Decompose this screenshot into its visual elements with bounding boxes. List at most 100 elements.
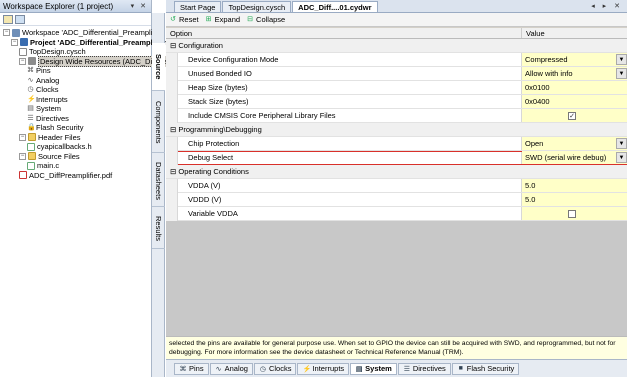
category-row[interactable]: ⊟ Programming\Debugging: [166, 123, 627, 137]
clocks-icon: ◷: [259, 365, 266, 373]
collapse-toggle-icon[interactable]: −: [19, 133, 26, 141]
tree-item-label: Pins: [36, 66, 51, 75]
property-name: Debug Select: [166, 151, 522, 164]
clocks-icon: ◷: [27, 86, 34, 93]
tree-item[interactable]: ⌘ Pins: [27, 66, 51, 75]
side-tab-results[interactable]: Results: [152, 209, 165, 249]
tree-item[interactable]: − Project 'ADC_Differential_Preamplifier': [11, 38, 168, 47]
bottom-tab-label: Analog: [224, 364, 248, 373]
tab-cydwr[interactable]: ADC_Diff....01.cydwr: [292, 1, 378, 12]
dropdown-arrow-icon[interactable]: ▼: [616, 54, 627, 65]
property-value[interactable]: 0x0400: [522, 95, 627, 108]
bottom-tab-pins[interactable]: ⌘ Pins: [174, 362, 209, 375]
document-tab-strip: Start Page TopDesign.cysch ADC_Diff....0…: [166, 0, 627, 13]
property-value[interactable]: Compressed ▼: [522, 53, 627, 66]
tree-item[interactable]: ⚡ Interrupts: [27, 95, 68, 104]
checkbox[interactable]: ✓: [568, 112, 576, 120]
side-tab-components[interactable]: Components: [152, 93, 165, 153]
property-row[interactable]: VDDD (V) 5.0: [166, 193, 627, 207]
new-folder-icon[interactable]: [3, 14, 13, 24]
side-tab-source[interactable]: Source: [152, 43, 165, 91]
bottom-tab-label: Pins: [189, 364, 204, 373]
property-value[interactable]: [522, 207, 627, 220]
property-name: Variable VDDA: [166, 207, 522, 220]
tree-item[interactable]: ▤ System: [27, 104, 61, 113]
expand-label: Expand: [214, 15, 241, 24]
bottom-tab-label: Clocks: [268, 364, 292, 373]
tree-item-label: main.c: [37, 161, 60, 170]
bottom-tab-interrupts[interactable]: ⚡ Interrupts: [297, 362, 350, 375]
document-tab-controls[interactable]: ◂ ▸ ✕: [591, 2, 623, 10]
row-gutter: [166, 207, 178, 221]
bottom-tab-strip: ⌘ Pins ∿ Analog ◷ Clocks ⚡ Interrupts ▤ System ☰ Di…: [166, 359, 627, 377]
checkbox[interactable]: [568, 210, 576, 218]
tree-item[interactable]: − Workspace 'ADC_Differential_Preamplifie…: [3, 28, 164, 37]
editor-toolbar: ↺ Reset ⊞ Expand ⊟ Collapse: [166, 13, 627, 27]
property-value[interactable]: 5.0: [522, 179, 627, 192]
row-gutter: [166, 53, 178, 67]
side-tab-datasheets[interactable]: Datasheets: [152, 155, 165, 207]
directives-icon: ☰: [27, 114, 34, 122]
property-grid: Option Value ⊟ Configuration Device Confi…: [166, 28, 627, 347]
property-row[interactable]: Unused Bonded IO Allow with info ▼: [166, 67, 627, 81]
property-row[interactable]: Include CMSIS Core Peripheral Library Fi…: [166, 109, 627, 123]
workspace-toolbar: [0, 13, 151, 26]
row-gutter: [166, 137, 178, 151]
reset-button[interactable]: ↺ Reset: [169, 15, 199, 24]
workspace-explorer-title: Workspace Explorer (1 project): [3, 1, 114, 11]
property-row[interactable]: Stack Size (bytes) 0x0400: [166, 95, 627, 109]
category-row[interactable]: ⊟ Configuration: [166, 39, 627, 53]
bottom-tab-system[interactable]: ▤ System: [350, 362, 397, 375]
property-row[interactable]: Debug Select SWD (serial wire debug) ▼: [166, 151, 627, 165]
dropdown-arrow-icon[interactable]: ▼: [616, 138, 627, 149]
tree-item[interactable]: 🔒 Flash Security: [27, 123, 84, 132]
property-value[interactable]: SWD (serial wire debug) ▼: [522, 151, 627, 164]
tree-item[interactable]: − Header Files: [19, 133, 81, 142]
collapse-toggle-icon[interactable]: −: [19, 152, 26, 160]
property-row[interactable]: VDDA (V) 5.0: [166, 179, 627, 193]
collapse-button[interactable]: ⊟ Collapse: [246, 15, 285, 24]
property-name: Device Configuration Mode: [166, 53, 522, 66]
category-row[interactable]: ⊟ Operating Conditions: [166, 165, 627, 179]
property-value[interactable]: Open ▼: [522, 137, 627, 150]
pdf-file-icon: [19, 171, 27, 179]
bottom-tab-flash-security[interactable]: ■ Flash Security: [451, 362, 520, 375]
grid-rows: ⊟ Configuration Device Configuration Mode…: [166, 39, 627, 347]
bottom-tab-directives[interactable]: ☰ Directives: [397, 362, 451, 375]
properties-icon[interactable]: [15, 14, 25, 24]
tree-item[interactable]: ◷ Clocks: [27, 85, 58, 94]
tree-item[interactable]: ∿ Analog: [27, 76, 60, 85]
collapse-toggle-icon[interactable]: −: [11, 38, 18, 46]
tree-item[interactable]: main.c: [27, 161, 59, 170]
tree-item[interactable]: cyapicallbacks.h: [27, 142, 92, 151]
property-name: Include CMSIS Core Peripheral Library Fi…: [166, 109, 522, 122]
bottom-tab-label: Interrupts: [312, 364, 345, 373]
collapse-toggle-icon[interactable]: −: [19, 57, 26, 65]
property-value[interactable]: 5.0: [522, 193, 627, 206]
property-value[interactable]: ✓: [522, 109, 627, 122]
tree-item[interactable]: ADC_DiffPreamplifier.pdf: [19, 171, 112, 180]
tab-start-page[interactable]: Start Page: [174, 1, 222, 12]
tree-item[interactable]: − Source Files: [19, 152, 80, 161]
tab-topdesign[interactable]: TopDesign.cysch: [222, 1, 292, 12]
property-row[interactable]: Chip Protection Open ▼: [166, 137, 627, 151]
property-value[interactable]: Allow with info ▼: [522, 67, 627, 80]
collapse-icon: ⊟: [247, 15, 253, 23]
collapse-toggle-icon[interactable]: −: [3, 29, 10, 36]
flash-security-icon: ■: [458, 365, 463, 372]
property-row[interactable]: Heap Size (bytes) 0x0100: [166, 81, 627, 95]
panel-controls[interactable]: ▾ ✕: [131, 2, 148, 10]
dropdown-arrow-icon[interactable]: ▼: [616, 152, 627, 163]
expand-button[interactable]: ⊞ Expand: [205, 15, 240, 24]
property-row[interactable]: Device Configuration Mode Compressed ▼: [166, 53, 627, 67]
bottom-tab-analog[interactable]: ∿ Analog: [209, 362, 253, 375]
bottom-tab-clocks[interactable]: ◷ Clocks: [253, 362, 297, 375]
property-value-text: Allow with info: [525, 69, 573, 78]
property-value[interactable]: 0x0100: [522, 81, 627, 94]
property-row[interactable]: Variable VDDA: [166, 207, 627, 221]
dropdown-arrow-icon[interactable]: ▼: [616, 68, 627, 79]
tree-item[interactable]: ☰ Directives: [27, 114, 69, 123]
grid-header: Option Value: [166, 28, 627, 39]
property-name: Chip Protection: [166, 137, 522, 150]
row-gutter: [166, 67, 178, 81]
